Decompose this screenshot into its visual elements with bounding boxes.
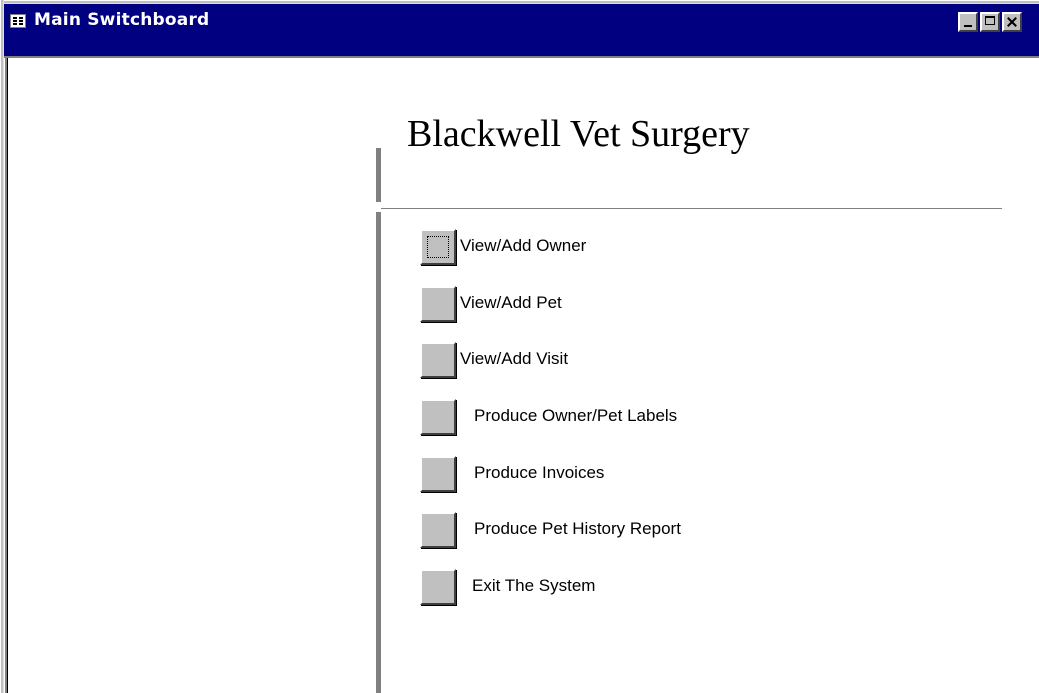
decorative-bar — [376, 212, 381, 693]
page-title: Blackwell Vet Surgery — [407, 113, 750, 155]
window-frame-left — [0, 0, 4, 693]
menu-item-label: View/Add Visit — [460, 349, 569, 368]
menu-item-label: Produce Invoices — [474, 463, 605, 482]
menu-item-label: Exit The System — [472, 576, 596, 595]
window-title: Main Switchboard — [34, 10, 210, 30]
view-add-visit-button[interactable] — [420, 342, 456, 378]
close-button[interactable] — [1002, 12, 1022, 32]
minimize-button[interactable] — [958, 12, 978, 32]
produce-labels-button[interactable] — [420, 399, 456, 435]
view-add-owner-button[interactable] — [420, 229, 456, 265]
decorative-bar-top — [376, 148, 381, 202]
form-icon[interactable] — [10, 14, 26, 28]
menu-item-produce-labels[interactable]: Produce Owner/Pet Labels — [420, 399, 980, 435]
menu-item-view-add-owner[interactable]: View/Add Owner — [420, 229, 980, 265]
exit-system-button[interactable] — [420, 569, 456, 605]
menu-item-view-add-visit[interactable]: View/Add Visit — [420, 342, 980, 378]
menu-item-label: View/Add Owner — [460, 236, 587, 255]
menu-item-label: Produce Pet History Report — [474, 519, 681, 538]
left-panel-border-inner — [7, 58, 8, 693]
produce-invoices-button[interactable] — [420, 456, 456, 492]
menu-item-exit-system[interactable]: Exit The System — [420, 569, 980, 605]
title-bar[interactable]: Main Switchboard — [4, 4, 1039, 56]
menu-item-produce-pet-history[interactable]: Produce Pet History Report — [420, 512, 980, 548]
view-add-pet-button[interactable] — [420, 286, 456, 322]
produce-pet-history-button[interactable] — [420, 512, 456, 548]
client-border — [4, 56, 1039, 58]
maximize-button[interactable] — [980, 12, 1000, 32]
menu-item-label: Produce Owner/Pet Labels — [474, 406, 678, 425]
menu-item-label: View/Add Pet — [460, 293, 562, 312]
menu-item-produce-invoices[interactable]: Produce Invoices — [420, 456, 980, 492]
menu-item-view-add-pet[interactable]: View/Add Pet — [420, 286, 980, 322]
heading-divider — [381, 208, 1002, 209]
